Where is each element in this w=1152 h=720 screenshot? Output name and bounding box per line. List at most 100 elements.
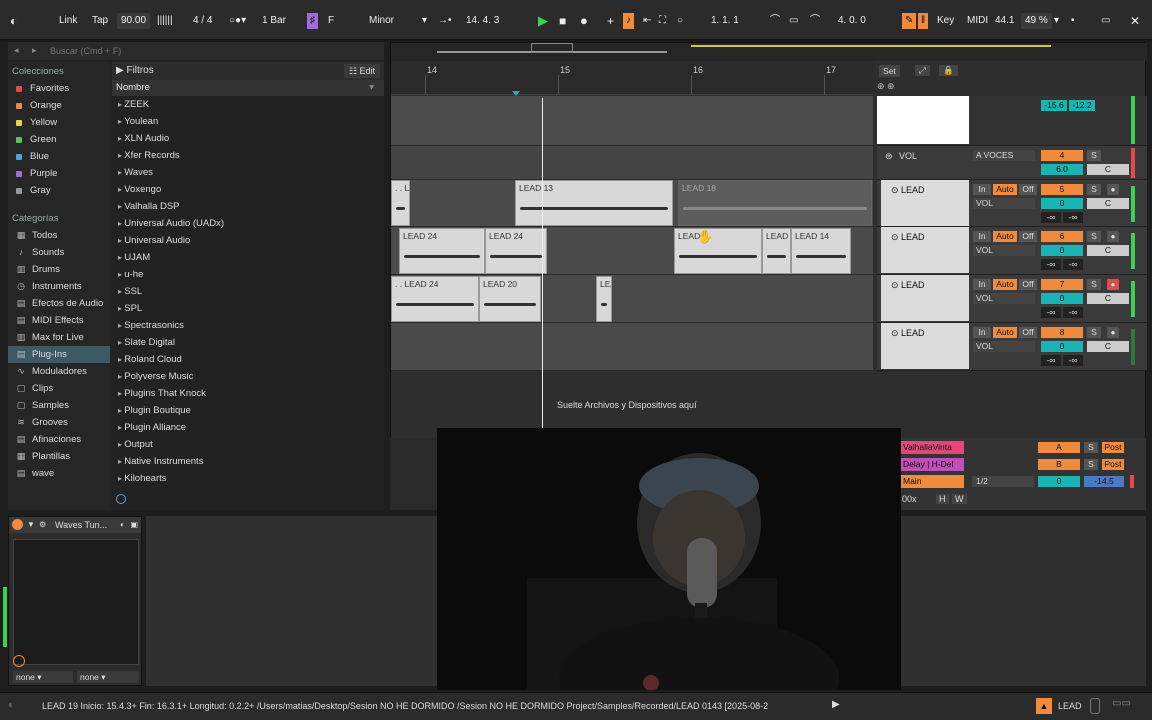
track-output-select[interactable]: VOL xyxy=(973,293,1035,304)
category-1[interactable]: ♪ Sounds xyxy=(8,244,110,261)
collection-purple[interactable]: Purple xyxy=(8,165,110,182)
close-icon[interactable]: ✕ xyxy=(1130,13,1140,29)
group-fold-icon[interactable]: ⊜ xyxy=(885,151,893,162)
group-send[interactable]: 6.0 xyxy=(1041,164,1083,175)
return-name[interactable]: Main xyxy=(900,475,964,488)
filters-label[interactable]: Filtros xyxy=(126,65,153,76)
overdub-icon[interactable]: + xyxy=(607,13,614,29)
device-edit-icon[interactable]: ◐ xyxy=(120,517,125,533)
browser-item[interactable]: Plugin Alliance xyxy=(112,419,384,436)
punch-in-icon[interactable]: ⌒ xyxy=(770,13,780,29)
monitor-off-button[interactable]: Off xyxy=(1019,184,1037,195)
send-a[interactable]: -∞ xyxy=(1041,355,1061,366)
monitor-auto-button[interactable]: Auto xyxy=(993,184,1017,195)
monitor-off-button[interactable]: Off xyxy=(1019,279,1037,290)
group-pan[interactable]: C xyxy=(1087,164,1129,175)
category-7[interactable]: ▤ Plug-Ins xyxy=(8,346,110,363)
track-output-select[interactable]: VOL xyxy=(973,198,1035,209)
browser-item[interactable]: Valhalla DSP xyxy=(112,198,384,215)
send-a[interactable]: -∞ xyxy=(1041,259,1061,270)
device-fold-icon[interactable]: ▼ xyxy=(27,517,35,533)
tap-button[interactable]: Tap xyxy=(92,13,108,29)
overview-strip[interactable] xyxy=(391,43,1147,61)
send-a[interactable]: -∞ xyxy=(1041,212,1061,223)
track-header[interactable]: ⊙ LEAD In Auto Off VOL 7 S ● 0 C -∞ -∞ xyxy=(877,275,1147,323)
edit-button[interactable]: ☷ Edit xyxy=(343,64,380,78)
session-record-icon[interactable]: ○ xyxy=(677,13,683,29)
loop-marker-icon[interactable] xyxy=(512,91,520,96)
punch-out-icon[interactable]: ⌒ xyxy=(810,13,820,29)
record-arm-icon[interactable]: ● xyxy=(1107,184,1119,195)
solo-button[interactable]: S xyxy=(1087,327,1101,338)
draw-mode-icon[interactable]: ✎ xyxy=(902,13,917,29)
track-output-select[interactable]: VOL xyxy=(973,341,1035,352)
loop-icon[interactable]: ▭ xyxy=(789,13,798,29)
browser-item[interactable]: Kilohearts xyxy=(112,470,384,487)
playhead[interactable] xyxy=(542,98,543,428)
track-pan[interactable]: C xyxy=(1087,245,1129,256)
browser-item[interactable]: Output xyxy=(112,436,384,453)
audio-clip[interactable]: LEAD 14 xyxy=(791,228,851,274)
browser-item[interactable]: Roland Cloud xyxy=(112,351,384,368)
track-fold-icon[interactable]: ⊙ xyxy=(891,280,901,290)
track-number[interactable]: 7 xyxy=(1041,279,1083,290)
nav-back-icon[interactable]: ◂ xyxy=(14,45,19,56)
send-b[interactable]: -∞ xyxy=(1063,259,1083,270)
device-title-bar[interactable]: ▼ ⚙ Waves Tun... ◐ ▣ xyxy=(9,517,141,533)
browser-item[interactable]: Native Instruments xyxy=(112,453,384,470)
collection-yellow[interactable]: Yellow xyxy=(8,114,110,131)
status-info-icon[interactable]: ◐ xyxy=(8,699,15,711)
plugin-window[interactable] xyxy=(13,539,139,665)
collection-blue[interactable]: Blue xyxy=(8,148,110,165)
group-name[interactable]: VOL xyxy=(899,151,917,161)
category-4[interactable]: ▤ Efectos de Audio xyxy=(8,295,110,312)
midi-map-button[interactable]: MIDI xyxy=(967,13,988,29)
height-button[interactable]: H xyxy=(936,494,949,504)
return-solo[interactable]: S xyxy=(1084,442,1098,453)
lane-lead-4[interactable] xyxy=(391,323,873,371)
browser-item[interactable]: Xfer Records xyxy=(112,147,384,164)
automation-arm-icon[interactable]: ♪ xyxy=(623,13,634,29)
audio-clip[interactable]: LEA xyxy=(596,276,612,322)
scale-select[interactable]: Minor xyxy=(369,13,394,29)
track-name-box[interactable]: ⊙ LEAD xyxy=(881,227,969,273)
audio-clip[interactable]: . . L xyxy=(391,180,410,226)
stop-icon[interactable]: ■ xyxy=(559,13,566,29)
browser-item[interactable]: Spectrasonics xyxy=(112,317,384,334)
return-solo[interactable]: S xyxy=(1084,459,1098,470)
track-header[interactable]: ⊙ LEAD In Auto Off VOL 6 S ● 0 C -∞ -∞ xyxy=(877,227,1147,275)
song-position[interactable]: 14. 4. 3 xyxy=(466,13,499,29)
browser-item[interactable]: Youlean xyxy=(112,113,384,130)
monitor-auto-button[interactable]: Auto xyxy=(993,231,1017,242)
browser-item[interactable]: Polyverse Music xyxy=(112,368,384,385)
return-track[interactable]: Delay | H-Del B S Post xyxy=(900,457,1146,472)
category-6[interactable]: ▥ Max for Live xyxy=(8,329,110,346)
track-fold-icon[interactable]: ⊙ xyxy=(891,328,901,338)
io-icon[interactable]: ▪ xyxy=(1071,13,1075,29)
track-header[interactable]: ⊙ LEAD In Auto Off VOL 5 S ● 0 C -∞ -∞ xyxy=(877,180,1147,227)
metronome-icon[interactable]: ○●▾ xyxy=(229,13,246,29)
device-select-2[interactable]: none ▾ xyxy=(77,671,139,683)
collection-green[interactable]: Green xyxy=(8,131,110,148)
group-input-select[interactable]: A VOCES xyxy=(973,150,1035,161)
monitor-off-button[interactable]: Off xyxy=(1019,327,1037,338)
width-button[interactable]: W xyxy=(952,494,967,504)
zoom-level[interactable]: 00x xyxy=(902,494,917,504)
browser-item[interactable]: Plugins That Knock xyxy=(112,385,384,402)
track-volume[interactable]: 0 xyxy=(1041,341,1083,352)
track-fold-icon[interactable]: ⊙ xyxy=(891,232,901,242)
follow-icon[interactable]: →• xyxy=(438,13,452,29)
timeline-ruler[interactable]: 14 15 16 17 xyxy=(391,61,873,95)
audio-clip[interactable]: LEAD 18 xyxy=(678,180,872,226)
audio-clip[interactable]: LEAD xyxy=(762,228,791,274)
browser-item[interactable]: Universal Audio xyxy=(112,232,384,249)
monitor-off-button[interactable]: Off xyxy=(1019,231,1037,242)
category-3[interactable]: ◷ Instruments xyxy=(8,278,110,295)
audio-clip[interactable]: LEAD 24 xyxy=(485,228,547,274)
send-b[interactable]: -∞ xyxy=(1063,307,1083,318)
track-name-box[interactable]: ⊙ LEAD xyxy=(881,323,969,369)
browser-item[interactable]: SSL xyxy=(112,283,384,300)
nav-forward-icon[interactable]: ▸ xyxy=(32,45,37,56)
browser-item[interactable]: SPL xyxy=(112,300,384,317)
return-name[interactable]: Delay | H-Del xyxy=(900,458,964,471)
